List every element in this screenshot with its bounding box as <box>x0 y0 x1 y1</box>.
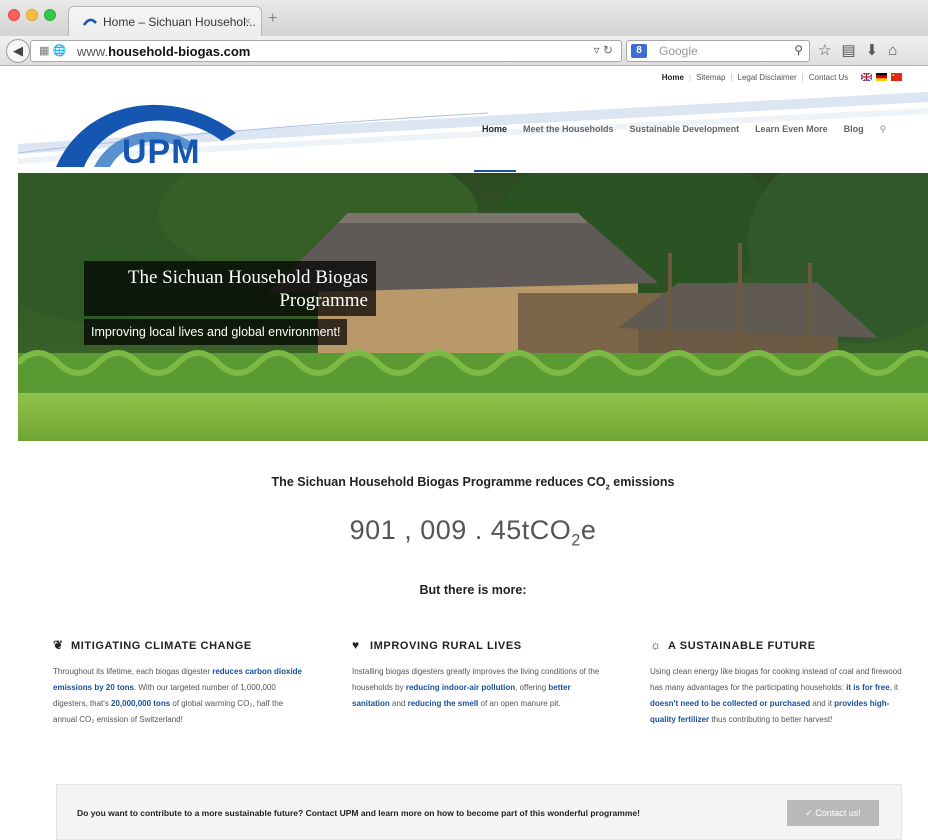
contact-cta-box: Do you want to contribute to a more sust… <box>56 784 902 840</box>
back-button[interactable]: ◀ <box>6 39 30 63</box>
hero-banner: The Sichuan Household Biogas Programme I… <box>18 173 928 441</box>
topbar-link-contact[interactable]: Contact Us <box>809 73 849 82</box>
paragraph-text: , it <box>889 683 899 692</box>
reading-list-icon[interactable]: ▤ <box>841 42 855 59</box>
search-input[interactable]: 8 Google ⚲ <box>626 40 810 62</box>
main-navigation: Home Meet the Households Sustainable Devel… <box>482 124 902 135</box>
nav-item-households[interactable]: Meet the Households <box>523 124 614 134</box>
chinese-flag-icon[interactable] <box>891 73 902 81</box>
nav-item-blog[interactable]: Blog <box>844 124 864 134</box>
upm-favicon-icon <box>83 18 97 26</box>
highlight-link[interactable]: 20,000,000 tons <box>111 699 170 708</box>
hero-subtitle: Improving local lives and global environ… <box>84 319 348 345</box>
tab-close-icon[interactable]: × <box>244 14 251 28</box>
leaf-icon: ❦ <box>53 638 64 652</box>
nav-search-icon[interactable]: ⚲ <box>880 124 887 134</box>
column-future-title: ☼ A SUSTAINABLE FUTURE <box>650 638 816 652</box>
nav-active-indicator <box>474 170 516 172</box>
minimize-window-button[interactable] <box>26 9 38 21</box>
upm-logo-text[interactable]: UPM <box>122 133 201 172</box>
uk-flag-icon[interactable] <box>860 73 872 81</box>
column-climate-title: ❦ MITIGATING CLIMATE CHANGE <box>53 638 252 652</box>
paragraph-text: Throughout its lifetime, each biogas dig… <box>53 667 213 676</box>
close-window-button[interactable] <box>8 9 20 21</box>
co2-counter: 901 , 009 . 45tCO2e <box>349 515 597 550</box>
url-text: www.household-biogas.com <box>77 44 251 59</box>
column-rural-title: ♥ IMPROVING RURAL LIVES <box>352 638 522 652</box>
topbar-link-sitemap[interactable]: Sitemap <box>696 73 725 82</box>
highlight-link[interactable]: reducing indoor-air pollution <box>406 683 515 692</box>
browser-titlebar: Home – Sichuan Househol... × + <box>0 0 928 36</box>
column-rural: ♥ IMPROVING RURAL LIVES Installing biogas… <box>352 638 608 712</box>
more-heading: But there is more: <box>419 583 527 597</box>
highlight-link[interactable]: reducing the smell <box>408 699 479 708</box>
contact-us-button[interactable]: ✓ Contact us! <box>787 800 879 826</box>
download-icon[interactable]: ⬇ <box>866 42 879 59</box>
highlight-link[interactable]: doesn't need to be collected or purchase… <box>650 699 810 708</box>
site-header: UPM Home Meet the Households Sustainable D… <box>18 89 928 173</box>
column-rural-text: Installing biogas digesters greatly impr… <box>352 664 608 712</box>
emissions-heading: The Sichuan Household Biogas Programme r… <box>271 475 675 492</box>
website: Home | Sitemap | Legal Disclaimer | Contact Us… <box>18 67 928 840</box>
hero-caption: The Sichuan Household Biogas Programme I… <box>84 261 376 345</box>
browser-navbar: ◀ ▦ 🌐 www.household-biogas.com ▿ ↻ 8 Goo… <box>0 36 928 66</box>
top-utility-bar: Home | Sitemap | Legal Disclaimer | Contact Us <box>662 73 902 82</box>
column-climate-text: Throughout its lifetime, each biogas dig… <box>53 664 309 728</box>
new-tab-button[interactable]: + <box>268 10 277 28</box>
browser-tab[interactable]: Home – Sichuan Househol... × <box>68 6 262 36</box>
heart-icon: ♥ <box>352 638 360 652</box>
hero-title: The Sichuan Household Biogas Programme <box>84 261 376 316</box>
zoom-window-button[interactable] <box>44 9 56 21</box>
address-bar[interactable]: ▦ 🌐 www.household-biogas.com ▿ ↻ <box>30 40 622 62</box>
tab-title: Home – Sichuan Househol... <box>103 15 256 29</box>
topbar-link-home[interactable]: Home <box>662 73 684 82</box>
highlight-link[interactable]: it is for free <box>846 683 890 692</box>
topbar-link-legal[interactable]: Legal Disclaimer <box>738 73 797 82</box>
paragraph-text: , offering <box>515 683 549 692</box>
home-icon[interactable]: ⌂ <box>888 42 897 59</box>
column-future: ☼ A SUSTAINABLE FUTURE Using clean energy… <box>650 638 906 728</box>
site-identity-icon[interactable]: ▦ 🌐 <box>39 44 66 57</box>
bookmark-star-icon[interactable]: ☆ <box>818 42 831 59</box>
nav-item-home[interactable]: Home <box>482 124 507 134</box>
cta-text: Do you want to contribute to a more sust… <box>77 808 640 818</box>
paragraph-text: and it <box>810 699 835 708</box>
search-icon[interactable]: ⚲ <box>794 43 803 57</box>
paragraph-text: and <box>389 699 408 708</box>
nav-item-learn-more[interactable]: Learn Even More <box>755 124 828 134</box>
search-engine-icon[interactable]: 8 <box>631 44 647 58</box>
toolbar-icons: ☆ ▤ ⬇ ⌂ <box>818 41 907 59</box>
reload-icon[interactable]: ▿ ↻ <box>594 43 613 57</box>
nav-item-sustainable[interactable]: Sustainable Development <box>630 124 740 134</box>
paragraph-text: of an open manure pit. <box>478 699 561 708</box>
sun-icon: ☼ <box>650 638 662 652</box>
column-future-text: Using clean energy like biogas for cooki… <box>650 664 906 728</box>
search-placeholder: Google <box>659 44 698 58</box>
column-climate: ❦ MITIGATING CLIMATE CHANGE Throughout it… <box>53 638 309 728</box>
german-flag-icon[interactable] <box>875 73 887 81</box>
paragraph-text: thus contributing to better harvest! <box>709 715 833 724</box>
